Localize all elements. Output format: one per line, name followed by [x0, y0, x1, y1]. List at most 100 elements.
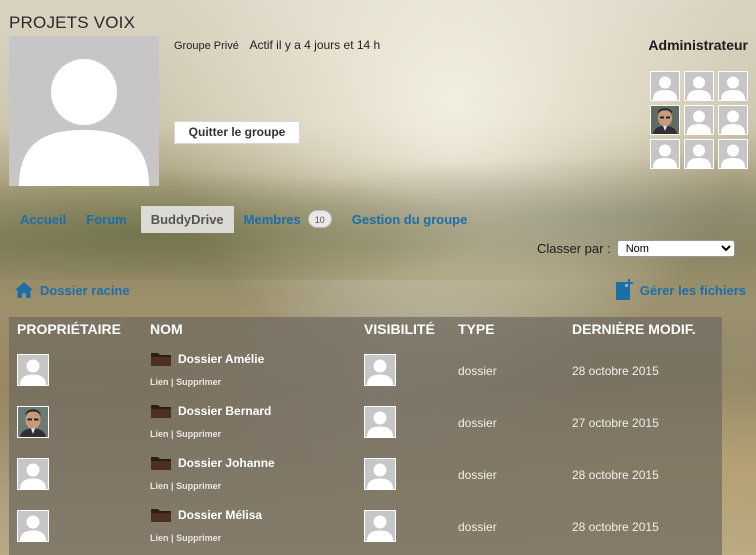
person-placeholder-icon — [651, 72, 679, 100]
action-separator: | — [171, 377, 174, 387]
visibility-avatar — [364, 458, 396, 490]
person-placeholder-icon — [18, 355, 48, 385]
admin-avatar-photo[interactable] — [650, 105, 680, 135]
table-row: Dossier Mélisa Lien | Supprimer dossier … — [9, 500, 722, 552]
file-type: dossier — [458, 416, 497, 430]
file-name-link[interactable]: Dossier Amélie — [178, 352, 264, 366]
row-actions: Lien | Supprimer — [150, 377, 221, 387]
admin-avatar[interactable] — [684, 105, 714, 135]
header-visibility: VISIBILITÉ — [364, 321, 435, 337]
person-placeholder-icon — [9, 36, 159, 186]
root-folder-link[interactable]: Dossier racine — [14, 280, 130, 300]
delete-link[interactable]: Supprimer — [176, 377, 221, 387]
file-name-cell: Dossier Mélisa — [150, 506, 262, 523]
table-header: PROPRIÉTAIRE NOM VISIBILITÉ TYPE DERNIÈR… — [9, 317, 722, 344]
share-link[interactable]: Lien — [150, 533, 169, 543]
group-activity: Actif il y a 4 jours et 14 h — [249, 38, 381, 52]
nav-home[interactable]: Accueil — [12, 206, 74, 233]
row-actions: Lien | Supprimer — [150, 429, 221, 439]
file-modified: 27 octobre 2015 — [572, 416, 659, 430]
action-separator: | — [171, 481, 174, 491]
file-name-link[interactable]: Dossier Bernard — [178, 404, 271, 418]
table-row: Dossier Bernard Lien | Supprimer dossier… — [9, 396, 722, 448]
delete-link[interactable]: Supprimer — [176, 533, 221, 543]
person-placeholder-icon — [651, 140, 679, 168]
sort-control: Classer par : Nom — [537, 240, 735, 257]
file-type: dossier — [458, 520, 497, 534]
user-photo-icon — [18, 407, 48, 437]
admin-avatar[interactable] — [650, 71, 680, 101]
file-name-link[interactable]: Dossier Johanne — [178, 456, 275, 470]
person-placeholder-icon — [685, 140, 713, 168]
quit-group-button[interactable]: Quitter le groupe — [174, 121, 300, 144]
person-placeholder-icon — [685, 106, 713, 134]
person-placeholder-icon — [18, 511, 48, 541]
home-icon — [15, 282, 33, 298]
nav-buddydrive[interactable]: BuddyDrive — [140, 205, 234, 233]
admin-avatar[interactable] — [650, 139, 680, 169]
file-name-cell: Dossier Johanne — [150, 454, 275, 471]
admin-avatar[interactable] — [718, 139, 748, 169]
person-placeholder-icon — [719, 72, 747, 100]
owner-avatar[interactable] — [17, 458, 49, 490]
person-placeholder-icon — [365, 511, 395, 541]
nav-group-admin[interactable]: Gestion du groupe — [344, 206, 476, 233]
admin-avatar[interactable] — [718, 105, 748, 135]
user-photo-icon — [651, 106, 679, 134]
manage-files-link[interactable]: Gérer les fichiers — [614, 279, 746, 301]
admin-avatar[interactable] — [684, 139, 714, 169]
group-meta: Groupe Privé Actif il y a 4 jours et 14 … — [174, 38, 380, 52]
header-name: NOM — [150, 321, 183, 337]
file-type: dossier — [458, 468, 497, 482]
file-add-icon — [615, 279, 633, 300]
sort-select[interactable]: Nom — [616, 240, 735, 257]
file-type: dossier — [458, 364, 497, 378]
header-modified: DERNIÈRE MODIF. — [572, 321, 696, 337]
visibility-avatar — [364, 354, 396, 386]
share-link[interactable]: Lien — [150, 481, 169, 491]
person-placeholder-icon — [365, 459, 395, 489]
nav-forum[interactable]: Forum — [78, 206, 134, 233]
person-placeholder-icon — [719, 140, 747, 168]
root-folder-label: Dossier racine — [40, 282, 130, 298]
admin-avatar[interactable] — [684, 71, 714, 101]
files-table: PROPRIÉTAIRE NOM VISIBILITÉ TYPE DERNIÈR… — [9, 317, 722, 555]
owner-avatar-photo[interactable] — [17, 406, 49, 438]
action-separator: | — [171, 429, 174, 439]
folder-icon — [151, 405, 171, 418]
group-privacy: Groupe Privé — [174, 40, 239, 52]
row-actions: Lien | Supprimer — [150, 533, 221, 543]
person-placeholder-icon — [719, 106, 747, 134]
members-count-badge: 10 — [307, 210, 332, 228]
visibility-avatar — [364, 406, 396, 438]
sort-label: Classer par : — [537, 241, 611, 256]
admin-avatars — [650, 71, 748, 169]
nav-members-label: Membres — [243, 211, 301, 227]
admin-title: Administrateur — [648, 37, 748, 53]
table-row: Dossier Johanne Lien | Supprimer dossier… — [9, 448, 722, 500]
file-name-link[interactable]: Dossier Mélisa — [178, 508, 262, 522]
person-placeholder-icon — [365, 407, 395, 437]
table-row: Dossier Amélie Lien | Supprimer dossier … — [9, 344, 722, 396]
manage-files-label: Gérer les fichiers — [639, 282, 746, 298]
person-placeholder-icon — [685, 72, 713, 100]
admin-avatar[interactable] — [718, 71, 748, 101]
folder-icon — [151, 509, 171, 522]
share-link[interactable]: Lien — [150, 429, 169, 439]
delete-link[interactable]: Supprimer — [176, 429, 221, 439]
folder-icon — [151, 457, 171, 470]
group-avatar — [9, 36, 159, 186]
owner-avatar[interactable] — [17, 510, 49, 542]
nav-members[interactable]: Membres 10 — [236, 204, 340, 234]
group-nav: Accueil Forum BuddyDrive Membres 10 Gest… — [12, 204, 475, 234]
visibility-avatar — [364, 510, 396, 542]
header-owner: PROPRIÉTAIRE — [17, 321, 121, 337]
file-modified: 28 octobre 2015 — [572, 520, 659, 534]
owner-avatar[interactable] — [17, 354, 49, 386]
file-modified: 28 octobre 2015 — [572, 468, 659, 482]
delete-link[interactable]: Supprimer — [176, 481, 221, 491]
action-separator: | — [171, 533, 174, 543]
share-link[interactable]: Lien — [150, 377, 169, 387]
folder-icon — [151, 353, 171, 366]
group-title: PROJETS VOIX — [9, 13, 136, 32]
